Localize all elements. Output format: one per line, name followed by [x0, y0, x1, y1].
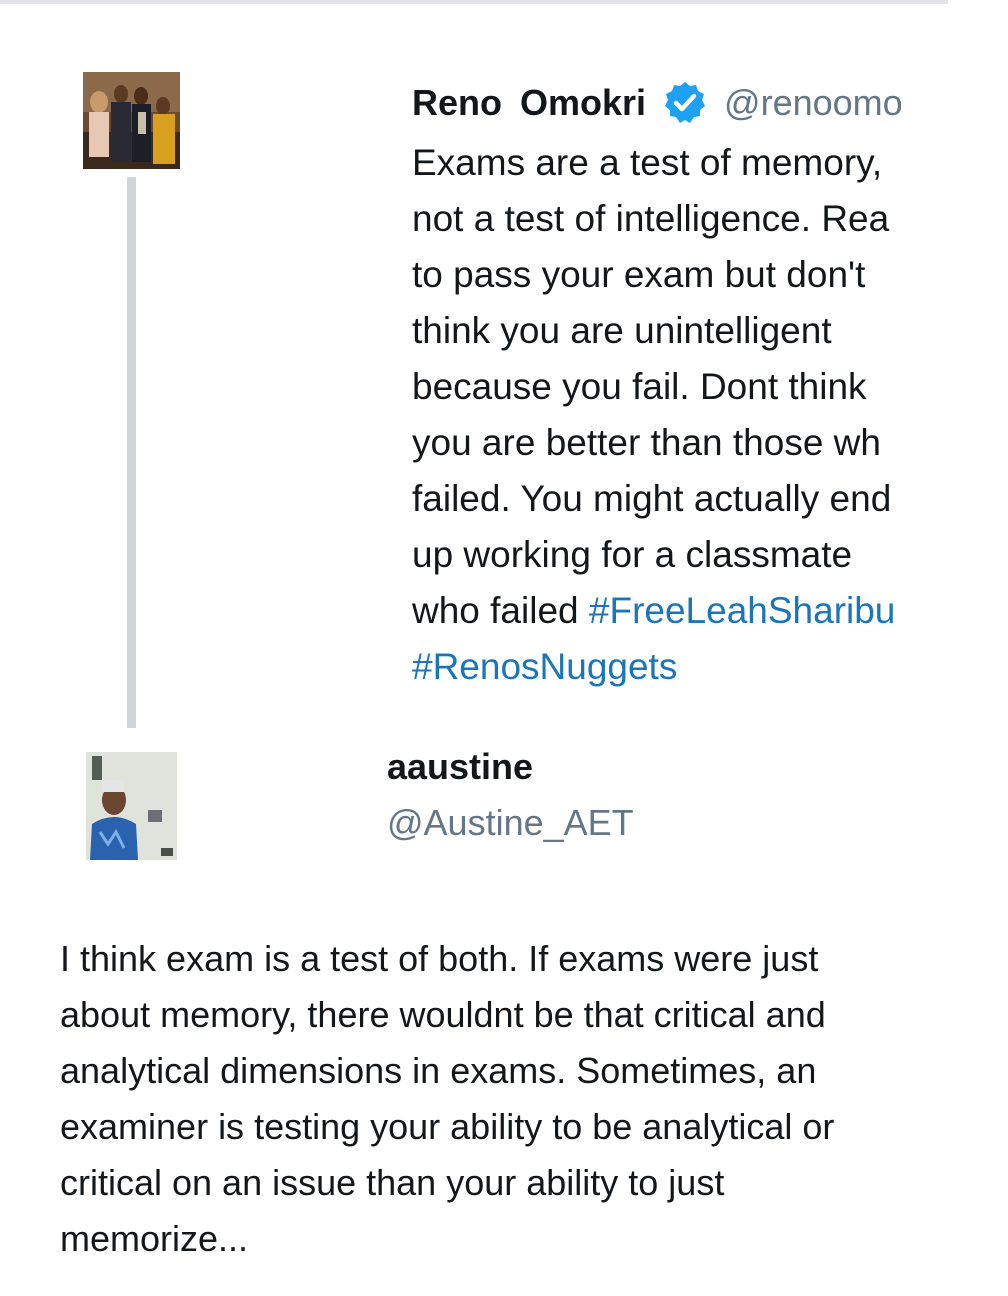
reno-avatar[interactable] [83, 72, 180, 169]
reply-text-line: I think exam is a test of both. If exams… [60, 938, 819, 979]
tweet-text-line-hashtag: #RenosNuggets [412, 639, 972, 695]
reno-tweet-header: Reno Omokri @renoomo [412, 80, 903, 126]
tweet-text-line: think you are unintelligent [412, 310, 832, 351]
hashtag-link[interactable]: #RenosNuggets [412, 646, 677, 687]
tweet-text-fragment: who failed [412, 590, 589, 631]
thread-connector-line [127, 177, 136, 728]
reply-text: I think exam is a test of both. If exams… [60, 931, 960, 1267]
reno-author-name[interactable]: Reno Omokri [412, 82, 646, 124]
tweet-text-line: not a test of intelligence. Rea [412, 198, 890, 239]
reply-text-line: critical on an issue than your ability t… [60, 1162, 725, 1203]
hashtag-link[interactable]: #FreeLeahSharibu [589, 590, 896, 631]
tweet-text-line: up working for a classmate [412, 534, 853, 575]
tweet-text-line: because you fail. Dont think [412, 366, 867, 407]
tweet-text-line-with-hashtag: who failed #FreeLeahSharibu [412, 583, 972, 639]
reno-handle[interactable]: @renoomo [724, 82, 903, 124]
aaustine-handle[interactable]: @Austine_AET [387, 800, 634, 846]
tweet-text-line: you are better than those wh [412, 422, 881, 463]
top-divider [0, 0, 948, 4]
reply-text-line: examiner is testing your ability to be a… [60, 1106, 835, 1147]
reno-tweet-text: Exams are a test of memory, not a test o… [412, 135, 972, 695]
reply-text-line: analytical dimensions in exams. Sometime… [60, 1050, 817, 1091]
tweet-text-line: Exams are a test of memory, [412, 142, 883, 183]
aaustine-avatar[interactable] [86, 752, 177, 860]
reply-text-line: about memory, there wouldnt be that crit… [60, 994, 826, 1035]
reply-text-line: memorize... [60, 1218, 249, 1259]
tweet-text-line: to pass your exam but don't [412, 254, 866, 295]
tweet-text-line: failed. You might actually end [412, 478, 892, 519]
verified-badge-icon [662, 80, 708, 126]
aaustine-author-name[interactable]: aaustine [387, 744, 533, 790]
